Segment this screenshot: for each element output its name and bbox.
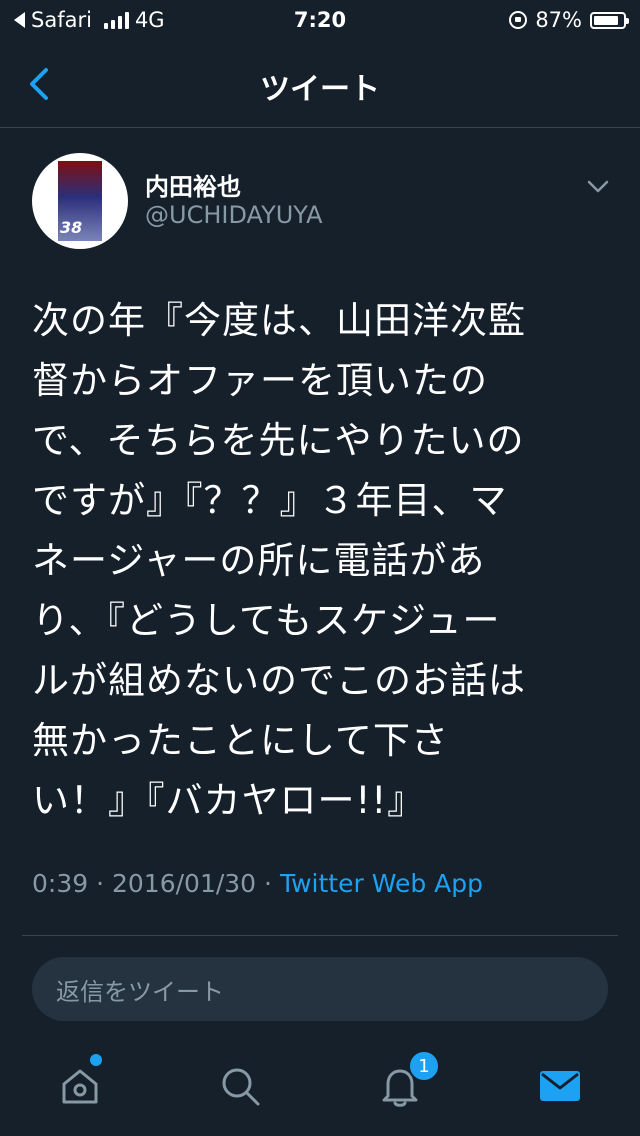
tab-messages[interactable] (536, 1062, 584, 1110)
meta-separator: · (264, 869, 280, 898)
battery-percent: 87% (535, 8, 582, 32)
rotation-lock-icon (509, 11, 528, 29)
meta-separator: · (96, 869, 112, 898)
tweet-source-link[interactable]: Twitter Web App (280, 869, 483, 898)
divider (22, 935, 618, 936)
page-title: ツイート (260, 72, 380, 107)
search-icon (222, 1068, 260, 1106)
tab-bar: 1 (0, 1040, 640, 1136)
reply-input[interactable]: 返信をツイート (32, 957, 608, 1021)
mail-icon (540, 1071, 580, 1101)
avatar-text: 38 (60, 218, 83, 237)
tweet-time: 0:39 (32, 869, 89, 898)
status-bar: Safari 4G 7:20 87% (0, 0, 640, 40)
author-handle[interactable]: @UCHIDAYUYA (145, 201, 323, 229)
tweet-options-button[interactable] (586, 177, 610, 197)
nav-bar: ツイート (0, 40, 640, 128)
tab-home[interactable] (56, 1062, 104, 1110)
new-tweets-dot (90, 1054, 102, 1066)
notification-badge: 1 (408, 1050, 440, 1082)
home-icon (62, 1069, 98, 1104)
tweet-meta: 0:39 · 2016/01/30 · Twitter Web App (32, 869, 483, 898)
avatar[interactable]: 38 (32, 153, 128, 249)
tweet-date: 2016/01/30 (112, 869, 257, 898)
avatar-image: 38 (58, 161, 102, 241)
chevron-down-icon (587, 180, 609, 193)
author-name[interactable]: 内田裕也 (145, 167, 241, 202)
tab-search[interactable] (216, 1062, 264, 1110)
battery-icon (590, 11, 629, 29)
tweet-text: 次の年『今度は、山田洋次監 督からオファーを頂いたの で、そちらを先にやりたいの… (32, 299, 526, 822)
